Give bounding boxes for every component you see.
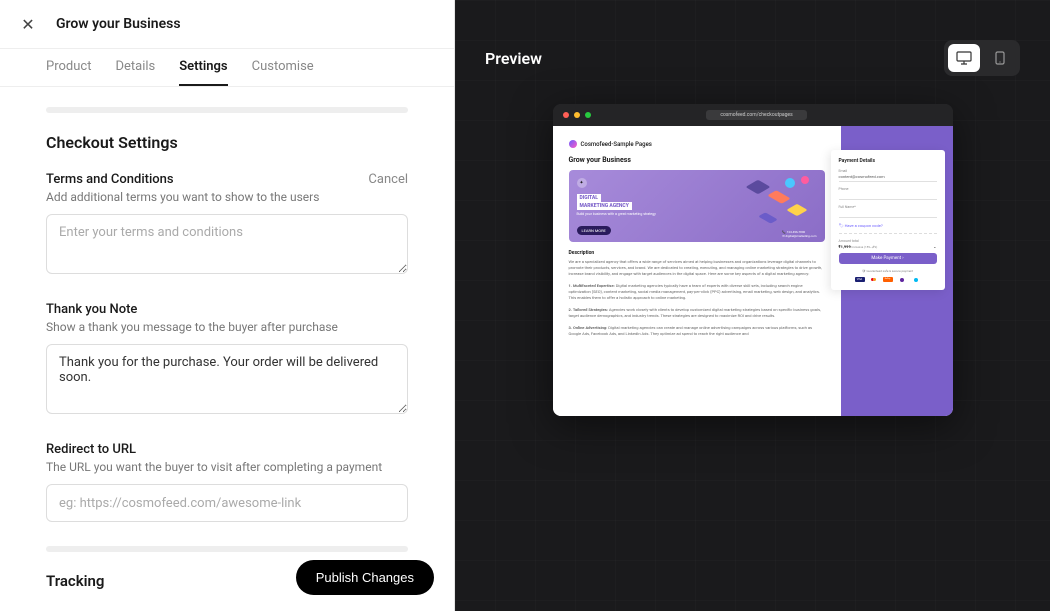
hero-line2: MARKETING AGENCY bbox=[577, 202, 632, 210]
mobile-icon[interactable] bbox=[984, 44, 1016, 72]
paytm-logo bbox=[911, 277, 921, 282]
publish-button[interactable]: Publish Changes bbox=[296, 560, 434, 595]
amount-sub: Inclusive (18% +₹2) bbox=[851, 245, 878, 249]
device-toggle bbox=[944, 40, 1020, 76]
coupon-text: Have a coupon code? bbox=[845, 223, 883, 228]
mastercard-logo bbox=[869, 277, 879, 282]
hero-cta: LEARN MORE bbox=[577, 226, 611, 235]
page-title: Grow your Business bbox=[56, 16, 181, 32]
url-bar: cosmofeed.com/checkoutpages bbox=[706, 110, 806, 120]
phonepe-logo bbox=[897, 277, 907, 282]
close-icon[interactable]: ✕ bbox=[16, 12, 40, 36]
traffic-lights bbox=[563, 112, 591, 118]
tab-details[interactable]: Details bbox=[115, 49, 155, 86]
desc-p2-bold: 1. Multifaceted Expertise: bbox=[569, 283, 615, 288]
hero-line1: DIGITAL bbox=[577, 194, 602, 202]
brand-logo bbox=[569, 140, 577, 148]
terms-textarea[interactable] bbox=[46, 214, 408, 274]
desc-label: Description bbox=[569, 250, 825, 256]
brand-name: Cosmofeed-Sample Pages bbox=[581, 141, 652, 148]
pay-phone-label: Phone bbox=[839, 187, 937, 191]
desc-p1: We are a specialized agency that offers … bbox=[569, 259, 825, 277]
terms-desc: Add additional terms you want to show to… bbox=[46, 190, 319, 204]
hero-banner: ✦ DIGITAL MARKETING AGENCY Build your bu… bbox=[569, 170, 825, 242]
redirect-desc: The URL you want the buyer to visit afte… bbox=[46, 460, 408, 474]
desc-p3-bold: 2. Tailored Strategies: bbox=[569, 307, 608, 312]
pay-title: Payment Details bbox=[839, 158, 937, 164]
amount-value: ₹1,999 bbox=[839, 244, 851, 249]
thanks-textarea[interactable]: Thank you for the purchase. Your order w… bbox=[46, 344, 408, 414]
pay-button: Make Payment › bbox=[839, 253, 937, 264]
pay-phone-input bbox=[839, 192, 937, 200]
thanks-label: Thank you Note bbox=[46, 302, 408, 317]
visa-logo: VISA bbox=[855, 277, 865, 282]
hero-sub: Build your business with a great marketi… bbox=[577, 212, 817, 216]
browser-frame: cosmofeed.com/checkoutpages Cosmofeed-Sa… bbox=[553, 104, 953, 416]
pay-name-input bbox=[839, 210, 937, 218]
mini-page-title: Grow your Business bbox=[569, 156, 825, 164]
payment-card: Payment Details Email content@cosmofeed.… bbox=[831, 150, 945, 290]
secure-label: Guaranteed safe & secure payment bbox=[866, 269, 913, 273]
tabs: Product Details Settings Customise bbox=[0, 49, 454, 87]
tab-customise[interactable]: Customise bbox=[252, 49, 314, 86]
desktop-icon[interactable] bbox=[948, 44, 980, 72]
section-divider bbox=[46, 107, 408, 113]
section-divider bbox=[46, 546, 408, 552]
terms-label: Terms and Conditions bbox=[46, 172, 319, 187]
terms-cancel[interactable]: Cancel bbox=[368, 172, 408, 187]
desc-p3: 2. Tailored Strategies: Agencies work cl… bbox=[569, 307, 825, 319]
desc-p4-bold: 3. Online Advertising: bbox=[569, 325, 608, 330]
amount-label: Amount total bbox=[839, 239, 937, 243]
pay-email-input: content@cosmofeed.com bbox=[839, 174, 937, 182]
tab-settings[interactable]: Settings bbox=[179, 49, 227, 86]
settings-scroll[interactable]: Checkout Settings Terms and Conditions A… bbox=[0, 87, 454, 611]
pay-email-label: Email bbox=[839, 169, 937, 173]
tab-product[interactable]: Product bbox=[46, 49, 91, 86]
rupay-logo: RuPay bbox=[883, 277, 893, 282]
redirect-input[interactable] bbox=[46, 484, 408, 522]
preview-title: Preview bbox=[485, 49, 542, 68]
amount-row: ₹1,999 Inclusive (18% +₹2) ⌄ bbox=[839, 244, 937, 249]
desc-p4: 3. Online Advertising: Digital marketing… bbox=[569, 325, 825, 337]
thanks-desc: Show a thank you message to the buyer af… bbox=[46, 320, 408, 334]
pay-name-label: Full Name* bbox=[839, 205, 937, 209]
payment-logos: VISA RuPay bbox=[839, 277, 937, 282]
checkout-settings-title: Checkout Settings bbox=[46, 133, 408, 152]
secure-text: 🛡 Guaranteed safe & secure payment bbox=[839, 269, 937, 273]
chevron-down-icon: ⌄ bbox=[933, 244, 936, 249]
redirect-label: Redirect to URL bbox=[46, 442, 408, 457]
desc-p2: 1. Multifaceted Expertise: Digital marke… bbox=[569, 283, 825, 301]
coupon-link: 🏷 Have a coupon code? bbox=[839, 223, 937, 228]
